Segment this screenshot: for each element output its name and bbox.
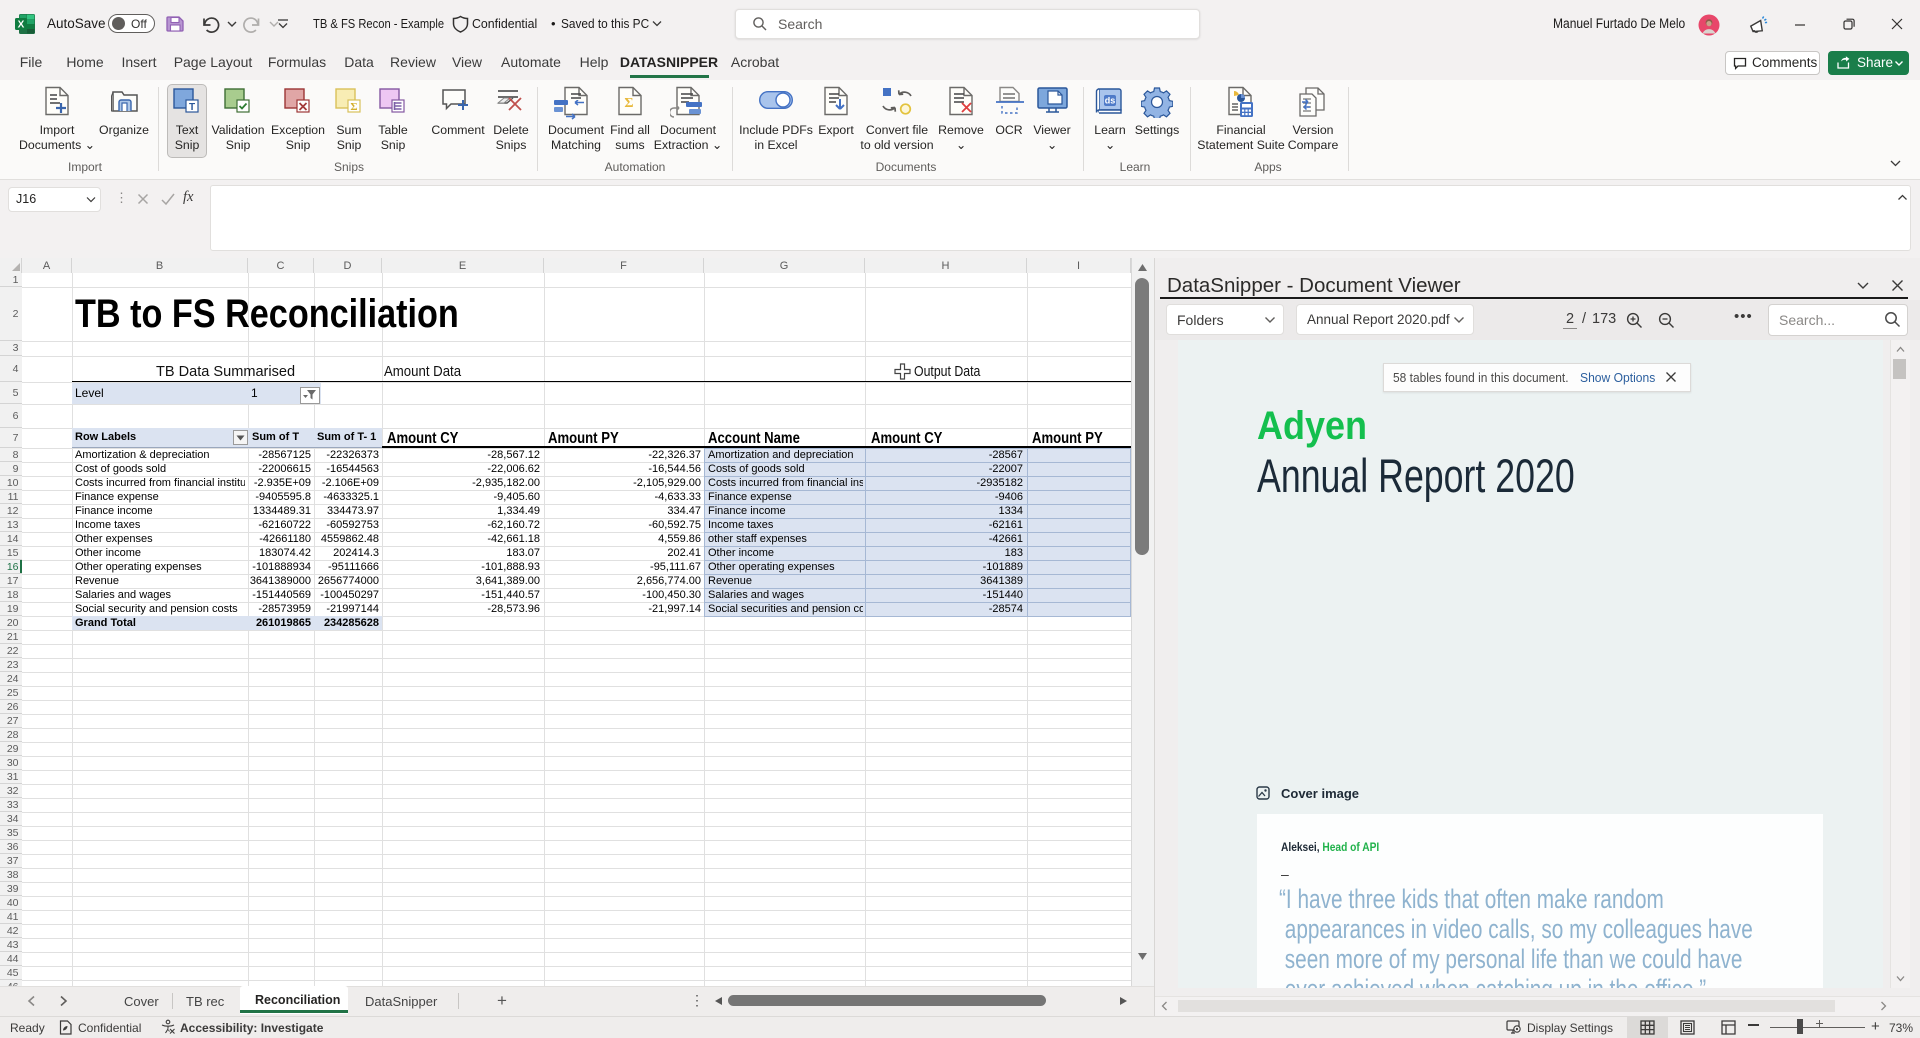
svg-text:ds: ds [1105, 96, 1116, 106]
svg-text:Σ: Σ [350, 101, 357, 113]
svg-text:T: T [189, 102, 195, 113]
svg-text:X: X [18, 19, 25, 30]
svg-text:Σ: Σ [624, 96, 633, 111]
